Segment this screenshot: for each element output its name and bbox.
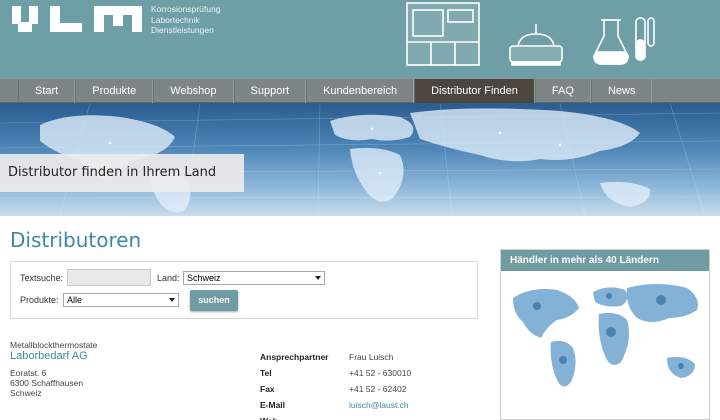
contact-key: Ansprechpartner <box>260 352 329 362</box>
address-line: Eoratst. 6 <box>10 368 47 378</box>
test-tube-icon <box>635 17 655 61</box>
contact-key: Web <box>260 416 278 420</box>
country-select-value: Schweiz <box>187 273 221 283</box>
distributor-search-form: Textsuche: Land: Schweiz Produkte: Alle … <box>10 261 478 319</box>
contact-key: E-Mail <box>260 400 286 410</box>
tagline-line: Korrosionsprüfung <box>151 4 221 14</box>
distributor-result: Metallblockthermostate Laborbedarf AG Eo… <box>10 340 490 420</box>
text-search-label: Textsuche: <box>20 273 64 283</box>
tagline-line: Dienstleistungen <box>151 25 214 35</box>
products-label: Produkte: <box>20 295 59 305</box>
nav-item-kundenbereich[interactable]: Kundenbereich <box>306 79 415 103</box>
lab-instrument-icon <box>509 24 563 66</box>
search-button[interactable]: suchen <box>190 290 238 311</box>
country-label: Land: <box>157 273 180 283</box>
company-name-link[interactable]: Laborbedarf AG <box>10 350 88 362</box>
dealer-map-box: Händler in mehr als 40 Ländern <box>500 249 710 420</box>
company-address: Eoratst. 6 6300 Schaffhausen Schweiz <box>10 368 83 398</box>
country-select[interactable]: Schweiz <box>183 271 325 285</box>
contact-value: +41 52 - 630010 <box>349 368 412 378</box>
nav-item-start[interactable]: Start <box>18 79 76 103</box>
nav-item-webshop[interactable]: Webshop <box>153 79 234 103</box>
email-link[interactable]: luisch@laust.ch <box>349 400 409 410</box>
splash-world-map-image <box>513 284 698 387</box>
lab-devices-illustration <box>406 2 655 66</box>
banner-caption: Distributor finden in Ihrem Land <box>0 154 244 192</box>
header: Korrosionsprüfung Labortechnik Dienstlei… <box>0 0 720 78</box>
text-search-input[interactable] <box>67 269 151 286</box>
contact-key: Fax <box>260 384 275 394</box>
nav-item-news[interactable]: News <box>590 79 653 103</box>
main-nav: Start Produkte Webshop Support Kundenber… <box>0 78 720 103</box>
address-line: Schweiz <box>10 388 42 398</box>
dealer-map-title: Händler in mehr als 40 Ländern <box>501 250 709 271</box>
flask-icon <box>593 19 629 65</box>
contact-value: Frau Luisch <box>349 352 394 362</box>
tagline-line: Labortechnik <box>151 14 200 25</box>
vlm-logo-icon[interactable] <box>12 6 144 34</box>
nav-item-produkte[interactable]: Produkte <box>75 79 154 103</box>
nav-item-distributor-finden[interactable]: Distributor Finden <box>414 79 535 103</box>
nav-item-support[interactable]: Support <box>233 79 307 103</box>
chevron-down-icon <box>315 276 321 280</box>
test-chamber-icon <box>406 2 480 66</box>
tagline: Korrosionsprüfung Labortechnik Dienstlei… <box>151 4 220 36</box>
chevron-down-icon <box>169 298 175 302</box>
page-title: Distributoren <box>10 228 142 252</box>
contact-value: +41 52 - 62402 <box>349 384 407 394</box>
contact-key: Tel <box>260 368 272 378</box>
products-select-value: Alle <box>67 295 83 305</box>
product-category: Metallblockthermostate <box>10 340 98 350</box>
products-select[interactable]: Alle <box>63 293 179 307</box>
address-line: 6300 Schaffhausen <box>10 378 84 388</box>
nav-item-faq[interactable]: FAQ <box>534 79 591 103</box>
